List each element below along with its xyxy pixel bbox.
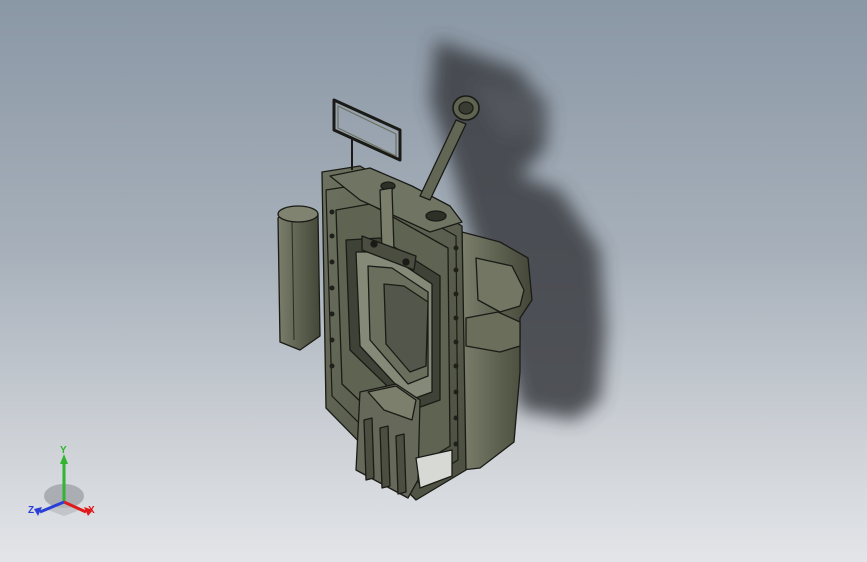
- x-axis-label: X: [88, 505, 95, 516]
- z-axis-label: Z: [28, 505, 35, 516]
- axis-triad: Y X Z: [22, 446, 106, 526]
- graphics-viewport[interactable]: Y X Z: [0, 0, 867, 562]
- y-axis-label: Y: [60, 445, 67, 456]
- model-view[interactable]: [0, 0, 867, 562]
- left-cylinder: [277, 205, 321, 351]
